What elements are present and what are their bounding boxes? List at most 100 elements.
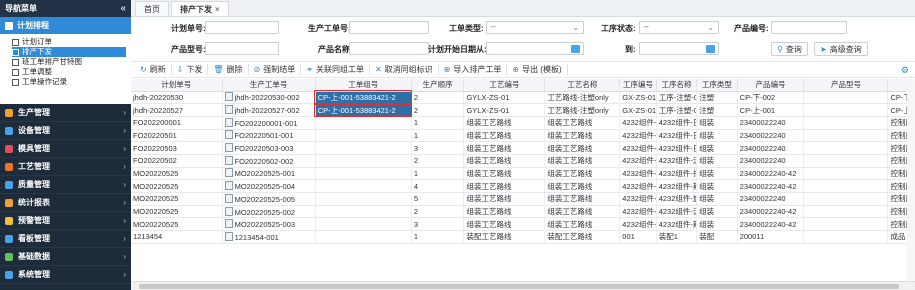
search-icon: ⚲ bbox=[777, 44, 783, 54]
work-order-input[interactable] bbox=[349, 21, 429, 34]
force-close-button[interactable]: ⊘ 强制结单 bbox=[249, 64, 302, 75]
table-cell: 4232组件-流 bbox=[656, 205, 698, 219]
table-cell: FO202200001 bbox=[131, 116, 223, 130]
refresh-button[interactable]: ↻ 刷新 bbox=[135, 64, 172, 75]
scroll-thumb[interactable] bbox=[139, 284, 899, 289]
column-header[interactable]: 产品型号 bbox=[803, 79, 889, 92]
table-cell: GX-ZS-01 bbox=[619, 91, 657, 105]
sidebar-item-dispatch[interactable]: 排产下发 bbox=[12, 47, 126, 57]
table-cell: 组装工艺路线 bbox=[544, 116, 621, 130]
plan-start-date[interactable] bbox=[486, 42, 584, 55]
chevron-right-icon: › bbox=[123, 162, 126, 171]
doc-icon bbox=[12, 68, 19, 76]
product-name-label: 产品名称: bbox=[318, 45, 353, 54]
plan-end-date[interactable] bbox=[639, 42, 719, 55]
table-cell: MO20220525 bbox=[131, 167, 223, 181]
order-type-select[interactable]: -- ⌄ bbox=[486, 21, 584, 34]
table-cell bbox=[803, 116, 889, 130]
table-cell: 组装工艺路线 bbox=[544, 154, 621, 168]
table-row[interactable]: MO20220525 MO20220525-005 5 组装工艺路线 组装工艺路线 423… bbox=[131, 192, 915, 206]
sidebar-group-item[interactable]: 统计报表 › bbox=[0, 194, 131, 212]
column-header[interactable]: 工序编号 bbox=[619, 79, 657, 92]
dispatch-button[interactable]: ⇩ 下发 bbox=[172, 64, 209, 75]
import-button[interactable]: ⊕ 导入排产工单 bbox=[439, 64, 508, 75]
table-row[interactable]: jhdh-20220530 jhdh-20220530-002 CP-上-001-5… bbox=[131, 90, 915, 105]
column-header[interactable]: 生产工单号 bbox=[222, 79, 316, 92]
table-cell: 2 bbox=[411, 205, 465, 219]
gear-icon[interactable]: ⚙ bbox=[901, 65, 909, 76]
column-header[interactable]: 工序名称 bbox=[656, 79, 698, 92]
sidebar-group-item[interactable]: 设备管理 › bbox=[0, 122, 131, 140]
table-cell: 4232组件-放 bbox=[656, 192, 698, 206]
process-state-select[interactable]: -- ⌄ bbox=[639, 21, 719, 34]
chevron-down-icon: ⌄ bbox=[707, 23, 714, 32]
sidebar-group-item[interactable]: 基础数据 › bbox=[0, 248, 131, 266]
table-row[interactable]: FO20220503 FO20220503-003 3 组装工艺路线 组装工艺路线 423… bbox=[131, 141, 915, 155]
table-row[interactable]: MO20220525 MO20220525-002 2 组装工艺路线 组装工艺路线 423… bbox=[131, 205, 915, 219]
table-cell: 3 bbox=[411, 217, 465, 232]
sidebar-item-adjust[interactable]: 工单调整 bbox=[12, 67, 126, 77]
table-row[interactable]: 1213454 1213454-001 1 装配工艺路线 装配工艺路线 001 装配1 装配 2… bbox=[131, 230, 915, 244]
collapse-icon[interactable]: « bbox=[120, 3, 126, 14]
column-header[interactable]: 工序类型 bbox=[696, 79, 738, 92]
sidebar-submenu: 计划订单 排产下发 班工单排产甘特图 工单调整 工单操作记录 bbox=[0, 34, 131, 104]
column-header[interactable]: 工艺编号 bbox=[463, 79, 546, 92]
sidebar-group-item[interactable]: 看板管理 › bbox=[0, 230, 131, 248]
table-cell bbox=[803, 91, 889, 105]
tab-dispatch[interactable]: 排产下发 × bbox=[171, 1, 229, 16]
sidebar-item-plan-order[interactable]: 计划订单 bbox=[12, 37, 126, 47]
vertical-scrollbar[interactable] bbox=[907, 79, 915, 281]
table-row[interactable]: MO20220525 MO20220525-003 3 组装工艺路线 组装工艺路线 423… bbox=[131, 217, 915, 232]
table-cell: 注塑 bbox=[696, 103, 738, 117]
table-row[interactable]: FO20220502 FO20220502-002 2 组装工艺路线 组装工艺路线 423… bbox=[131, 154, 915, 168]
sidebar-group-item[interactable]: 模具管理 › bbox=[0, 140, 131, 158]
product-model-input[interactable] bbox=[205, 42, 279, 55]
table-row[interactable]: MO20220525 MO20220525-004 4 组装工艺路线 组装工艺路线 423… bbox=[131, 179, 915, 193]
table-cell: 组装工艺路线 bbox=[463, 205, 546, 219]
close-icon[interactable]: × bbox=[215, 5, 220, 14]
table-cell: MO20220525 bbox=[131, 217, 223, 232]
table-cell: jhdh-20220530-002 bbox=[222, 91, 316, 105]
table-cell: jhdh-20220527 bbox=[131, 103, 223, 117]
table-row[interactable]: MO20220525 MO20220525-001 1 组装工艺路线 组装工艺路线 423… bbox=[131, 167, 915, 181]
table-cell: 4232组件-日 bbox=[619, 141, 657, 155]
sidebar: 导航菜单 « 计划排程 计划订单 排产下发 班工单排产甘特图 工单调整 工单操作… bbox=[0, 0, 131, 290]
sidebar-group-item[interactable]: 质量管理 › bbox=[0, 176, 131, 194]
table-cell: FO20220501 bbox=[131, 129, 223, 143]
calendar-icon bbox=[706, 44, 715, 53]
table-cell: 组装工艺路线 bbox=[463, 154, 546, 168]
sidebar-item-log[interactable]: 工单操作记录 bbox=[12, 77, 126, 87]
import-icon: ⊕ bbox=[443, 65, 451, 74]
tab-home[interactable]: 首页 bbox=[135, 1, 169, 16]
cancel-group-button[interactable]: ✕ 取消同组标识 bbox=[370, 64, 439, 75]
horizontal-scrollbar[interactable] bbox=[131, 281, 915, 290]
search-button[interactable]: ⚲ 查询 bbox=[771, 42, 808, 56]
column-header[interactable]: 工艺名称 bbox=[544, 79, 621, 92]
column-header[interactable]: 生产顺序 bbox=[411, 79, 465, 92]
table-cell: CP-上-001 bbox=[737, 103, 805, 117]
sidebar-item-gantt[interactable]: 班工单排产甘特图 bbox=[12, 57, 126, 67]
sidebar-group-item[interactable]: 预警管理 › bbox=[0, 212, 131, 230]
link-group-button[interactable]: ⚭ 关联同组工单 bbox=[301, 64, 370, 75]
table-row[interactable]: FO202200001 FO202200001-001 1 组装工艺路线 组装工艺路线 4… bbox=[131, 116, 915, 130]
table-row[interactable]: jhdh-20220527 jhdh-20220527-002 CP-上-001-5… bbox=[131, 102, 915, 118]
column-header[interactable]: 计划单号 bbox=[131, 79, 223, 92]
column-header[interactable]: 工单组号 bbox=[315, 79, 412, 92]
table-cell: 工艺路线-注塑only bbox=[544, 103, 621, 117]
export-button[interactable]: ⊕ 导出 (模板) bbox=[507, 64, 568, 75]
table-row[interactable]: FO20220501 FO20220501-001 1 组装工艺路线 组装工艺路线 423… bbox=[131, 129, 915, 143]
product-name-input[interactable] bbox=[349, 42, 429, 55]
plan-no-input[interactable] bbox=[205, 21, 279, 34]
sidebar-group-plan[interactable]: 计划排程 bbox=[0, 17, 131, 34]
sidebar-group-item[interactable]: 工艺管理 › bbox=[0, 158, 131, 176]
advanced-search-button[interactable]: ➤ 高级查询 bbox=[814, 42, 868, 56]
delete-button[interactable]: 🗑 删除 bbox=[208, 64, 249, 75]
table-cell: 4232组件-放 bbox=[619, 192, 657, 206]
export-icon: ⊕ bbox=[512, 65, 520, 74]
menu-icon bbox=[5, 198, 13, 207]
sidebar-group-item[interactable]: 系统管理 › bbox=[0, 266, 131, 284]
column-header[interactable]: 产品编号 bbox=[737, 79, 805, 92]
product-code-input[interactable] bbox=[771, 21, 847, 34]
table-cell: 23400022240 bbox=[737, 129, 805, 143]
sidebar-group-item[interactable]: 生产管理 › bbox=[0, 104, 131, 122]
